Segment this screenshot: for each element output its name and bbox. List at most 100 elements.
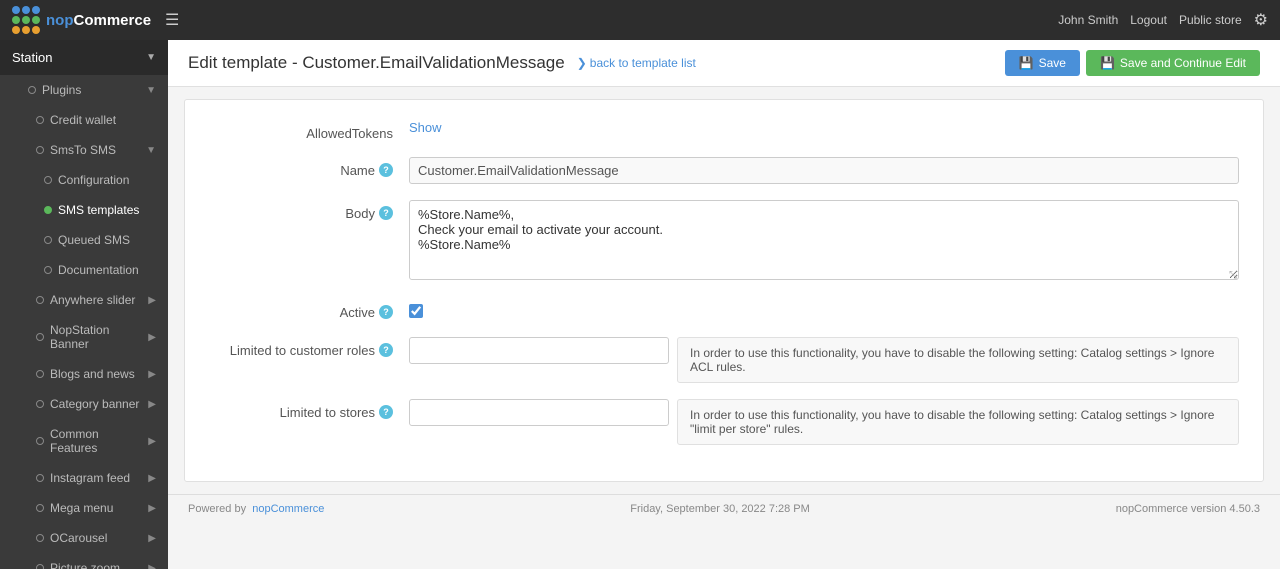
logout-link[interactable]: Logout — [1130, 13, 1167, 27]
top-nav-right: John Smith Logout Public store ⚙ — [1058, 10, 1268, 30]
body-control: %Store.Name%, Check your email to activa… — [409, 200, 1239, 283]
footer-powered-text: Powered by — [188, 503, 246, 515]
stores-label: Limited to stores ? — [209, 399, 409, 420]
customer-roles-row: Limited to customer roles ? In order to … — [209, 337, 1239, 383]
customer-roles-label: Limited to customer roles ? — [209, 337, 409, 358]
picture-zoom-dot — [36, 564, 44, 569]
sidebar-item-sms-templates[interactable]: SMS templates — [0, 195, 168, 225]
logo-dots — [12, 6, 40, 34]
customer-roles-input[interactable] — [409, 337, 669, 364]
save-label: Save — [1039, 56, 1066, 70]
logo-dot — [22, 16, 30, 24]
stores-help-icon[interactable]: ? — [379, 405, 393, 419]
ocarousel-chevron: ▶ — [148, 533, 156, 544]
active-help-icon[interactable]: ? — [379, 305, 393, 319]
logo-dot — [22, 26, 30, 34]
allowed-tokens-control: Show — [409, 120, 1239, 135]
back-arrow-icon: ❯ — [577, 56, 587, 70]
plugins-chevron: ▼ — [146, 85, 156, 96]
customer-roles-help-icon[interactable]: ? — [379, 343, 393, 357]
top-nav-left: nopCommerce ☰ — [12, 6, 183, 34]
sidebar-item-common-features[interactable]: Common Features ▶ — [0, 419, 168, 463]
sidebar-credit-wallet-label: Credit wallet — [50, 113, 116, 127]
configuration-dot — [44, 176, 52, 184]
footer: Powered by nopCommerce Friday, September… — [168, 494, 1280, 523]
footer-link[interactable]: nopCommerce — [252, 503, 324, 515]
instagram-chevron: ▶ — [148, 473, 156, 484]
sidebar-smsto-label: SmsTo SMS — [50, 143, 116, 157]
save-button[interactable]: 💾 Save — [1005, 50, 1080, 76]
hamburger-icon[interactable]: ☰ — [161, 6, 183, 34]
user-name: John Smith — [1058, 13, 1118, 27]
name-label-text: Name — [340, 163, 375, 178]
active-checkbox[interactable] — [409, 304, 423, 318]
category-banner-dot — [36, 400, 44, 408]
name-label: Name ? — [209, 157, 409, 178]
body-help-icon[interactable]: ? — [379, 206, 393, 220]
stores-input[interactable] — [409, 399, 669, 426]
sidebar-item-mega-menu[interactable]: Mega menu ▶ — [0, 493, 168, 523]
logo-dot — [32, 6, 40, 14]
sidebar-item-ocarousel[interactable]: OCarousel ▶ — [0, 523, 168, 553]
sidebar-item-nopstation-banner[interactable]: NopStation Banner ▶ — [0, 315, 168, 359]
sidebar-instagram-label: Instagram feed — [50, 471, 130, 485]
blogs-dot — [36, 370, 44, 378]
plugins-dot — [28, 86, 36, 94]
active-control — [409, 299, 1239, 321]
documentation-dot — [44, 266, 52, 274]
active-label-text: Active — [340, 305, 375, 320]
footer-version: nopCommerce version 4.50.3 — [1116, 503, 1260, 515]
body-label: Body ? — [209, 200, 409, 221]
back-to-template-link[interactable]: ❯ back to template list — [577, 56, 696, 70]
nopstation-banner-chevron: ▶ — [148, 332, 156, 343]
sidebar-item-blogs-and-news[interactable]: Blogs and news ▶ — [0, 359, 168, 389]
page-title-area: Edit template - Customer.EmailValidation… — [188, 53, 696, 73]
sms-templates-dot — [44, 206, 52, 214]
page-actions: 💾 Save 💾 Save and Continue Edit — [1005, 50, 1260, 76]
customer-roles-label-text: Limited to customer roles — [230, 343, 375, 358]
sidebar-mega-menu-label: Mega menu — [50, 501, 113, 515]
save-continue-button[interactable]: 💾 Save and Continue Edit — [1086, 50, 1260, 76]
sidebar-item-category-banner[interactable]: Category banner ▶ — [0, 389, 168, 419]
stores-control: In order to use this functionality, you … — [409, 399, 1239, 445]
public-store-link[interactable]: Public store — [1179, 13, 1242, 27]
sidebar-common-features-label: Common Features — [50, 427, 148, 455]
sidebar-station-header[interactable]: Station ▼ — [0, 40, 168, 75]
sidebar-item-smsto-sms[interactable]: SmsTo SMS ▼ — [0, 135, 168, 165]
customer-roles-control: In order to use this functionality, you … — [409, 337, 1239, 383]
form-area: AllowedTokens Show Name ? Body — [184, 99, 1264, 482]
name-help-icon[interactable]: ? — [379, 163, 393, 177]
anywhere-slider-dot — [36, 296, 44, 304]
instagram-dot — [36, 474, 44, 482]
sidebar-item-credit-wallet[interactable]: Credit wallet — [0, 105, 168, 135]
active-label: Active ? — [209, 299, 409, 320]
save-continue-label: Save and Continue Edit — [1120, 56, 1246, 70]
sidebar-item-instagram-feed[interactable]: Instagram feed ▶ — [0, 463, 168, 493]
customer-roles-info-text: In order to use this functionality, you … — [690, 346, 1214, 374]
sidebar-item-configuration[interactable]: Configuration — [0, 165, 168, 195]
sidebar-item-plugins[interactable]: Plugins ▼ — [0, 75, 168, 105]
stores-row: Limited to stores ? In order to use this… — [209, 399, 1239, 445]
show-allowed-tokens-link[interactable]: Show — [409, 120, 442, 135]
logo-dot — [12, 16, 20, 24]
settings-icon[interactable]: ⚙ — [1254, 10, 1268, 30]
sidebar-ocarousel-label: OCarousel — [50, 531, 107, 545]
sidebar-anywhere-slider-label: Anywhere slider — [50, 293, 135, 307]
name-input[interactable] — [409, 157, 1239, 184]
sidebar-item-anywhere-slider[interactable]: Anywhere slider ▶ — [0, 285, 168, 315]
sidebar-item-documentation[interactable]: Documentation — [0, 255, 168, 285]
picture-zoom-chevron: ▶ — [148, 563, 156, 569]
sidebar-category-banner-label: Category banner — [50, 397, 139, 411]
body-textarea[interactable]: %Store.Name%, Check your email to activa… — [409, 200, 1239, 280]
logo-dot — [32, 16, 40, 24]
sidebar-documentation-label: Documentation — [58, 263, 139, 277]
active-row: Active ? — [209, 299, 1239, 321]
sidebar-item-queued-sms[interactable]: Queued SMS — [0, 225, 168, 255]
stores-info-box: In order to use this functionality, you … — [677, 399, 1239, 445]
sidebar-item-picture-zoom[interactable]: Picture zoom ▶ — [0, 553, 168, 569]
allowed-tokens-label-text: AllowedTokens — [306, 126, 393, 141]
sidebar-plugins-label: Plugins — [42, 83, 81, 97]
back-link-text: back to template list — [590, 56, 696, 70]
name-control — [409, 157, 1239, 184]
footer-powered: Powered by nopCommerce — [188, 503, 324, 515]
